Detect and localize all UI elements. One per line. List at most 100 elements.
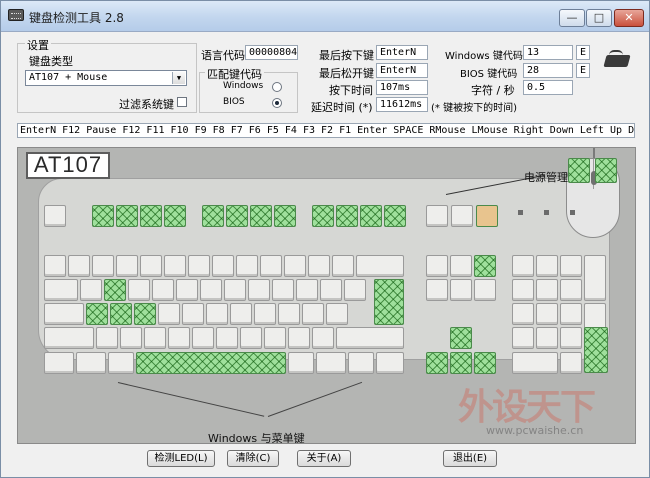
last-pressed-label: 最后按下键 [319,49,374,62]
keyboard-diagram: AT107 电源管理 Windows 与菜单键 外设天下 www.pcwaish… [17,147,636,444]
last-released-field: EnterN [376,63,428,78]
key-f4 [164,205,186,227]
press-time-label: 按下时间 [329,84,373,97]
delay-note: (* 键被按下的时间) [431,103,517,114]
key-letter [176,279,198,301]
key-num [68,255,90,277]
key-ctrl-left [44,352,74,374]
key-letter [254,303,276,325]
key-left [426,352,448,374]
key-menu [348,352,374,374]
key-nav [450,279,472,301]
key-letter [182,303,204,325]
windows-key-code-flag: E [576,45,590,60]
key-numpad [512,255,534,277]
close-button[interactable]: ✕ [614,9,644,27]
key-letter [302,303,324,325]
key-nav [426,255,448,277]
mouse-right-button [595,158,617,183]
match-bios-radio[interactable] [272,98,282,108]
key-f11 [360,205,382,227]
key-letter [128,279,150,301]
key-f3 [140,205,162,227]
watermark-brand: 外设天下 [458,386,596,428]
key-f10 [336,205,358,227]
chars-per-second-field: 0.5 [523,80,573,95]
key-esc [44,205,66,227]
key-letter [240,327,262,349]
key-numpad [536,279,558,301]
key-letter [168,327,190,349]
key-numpad [536,303,558,325]
key-win-right [316,352,346,374]
match-windows-radio[interactable] [272,82,282,92]
key-numpad [560,303,582,325]
key-nav [474,279,496,301]
key-up [450,327,472,349]
key-letter [272,279,294,301]
key-numpad [512,303,534,325]
key-numpad [560,327,582,349]
key-num [284,255,306,277]
key-f5 [202,205,224,227]
key-capslock [44,303,84,325]
title-bar[interactable]: 键盘检测工具 2.8 — □ ✕ [1,1,649,32]
key-letter [344,279,366,301]
key-numpad [512,327,534,349]
indicator-led [544,210,549,215]
key-alt-right [288,352,314,374]
key-letter [320,279,342,301]
last-released-label: 最后松开键 [319,67,374,80]
clear-button[interactable]: 清除(C) [227,450,279,467]
key-letter [230,303,252,325]
key-num [308,255,330,277]
key-sequence-field: EnterN F12 Pause F12 F11 F10 F9 F8 F7 F6… [17,123,635,138]
match-bios-label: BIOS [223,97,245,107]
keyboard-icon [603,49,631,69]
key-num [236,255,258,277]
test-led-button[interactable]: 检测LED(L) [147,450,215,467]
indicator-led [518,210,523,215]
key-printscreen [426,205,448,227]
key-letter [104,279,126,301]
key-letter [192,327,214,349]
key-num [44,255,66,277]
key-f7 [250,205,272,227]
key-letter [224,279,246,301]
key-num [92,255,114,277]
key-numpad [560,279,582,301]
key-numpad [512,279,534,301]
language-code-field: 00000804 [245,45,298,60]
filter-system-keys-checkbox[interactable] [177,97,187,107]
key-numpad-enter [584,327,608,373]
windows-key-code-field: 13 (0xd) [523,45,573,60]
about-button[interactable]: 关于(A) [297,450,351,467]
key-letter [120,327,142,349]
settings-group-label: 设置 [25,37,51,53]
key-numpad-dot [560,352,582,374]
key-letter [158,303,180,325]
match-windows-label: Windows [223,81,264,91]
key-letter [144,327,166,349]
key-letter [134,303,156,325]
key-win-left [76,352,106,374]
minimize-button[interactable]: — [559,9,585,27]
key-nav [450,255,472,277]
watermark-url: www.pcwaishe.cn [486,424,584,437]
key-letter [248,279,270,301]
key-letter [312,327,334,349]
exit-button[interactable]: 退出(E) [443,450,497,467]
key-pause [476,205,498,227]
chevron-down-icon[interactable]: ▼ [172,72,185,84]
maximize-button[interactable]: □ [586,9,612,27]
key-numpad [560,255,582,277]
key-letter [80,279,102,301]
bios-key-code-field: 28 (0x1c) [523,63,573,78]
key-letter [216,327,238,349]
keyboard-type-select[interactable]: AT107 + Mouse ▼ [25,70,187,86]
key-letter [296,279,318,301]
key-letter [110,303,132,325]
key-letter [200,279,222,301]
key-down [450,352,472,374]
key-f12 [384,205,406,227]
